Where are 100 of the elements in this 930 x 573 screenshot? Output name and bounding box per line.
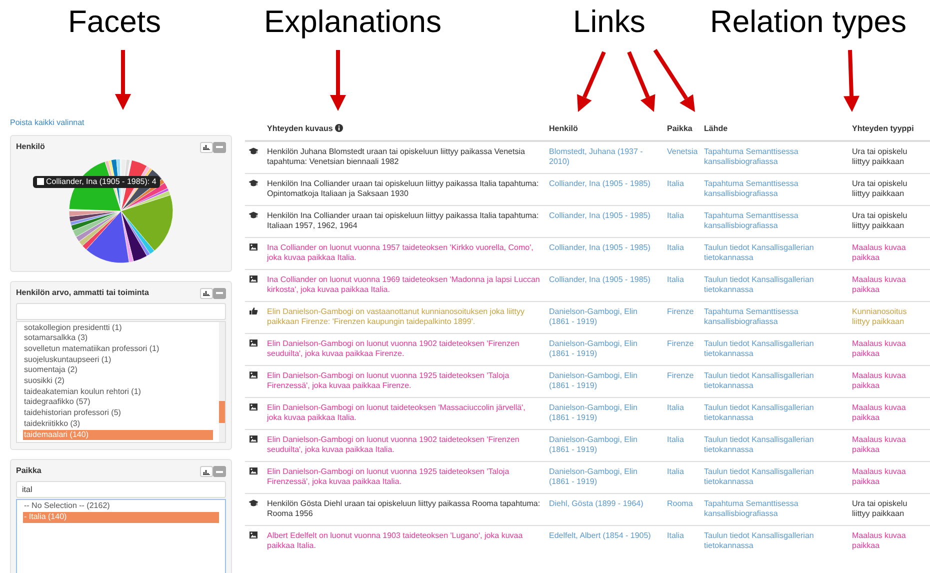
place-link[interactable]: Italia — [667, 434, 696, 445]
description-cell: Ina Colliander on luonut vuonna 1969 taideteoksen 'Madonna ja lapsi Luccan kirkosta', joka kuvaa paikkaa Italia. — [263, 269, 545, 301]
image-icon — [249, 243, 258, 252]
chart-toggle-button[interactable] — [200, 288, 213, 298]
source-link[interactable]: Tapahtuma Semanttisessa kansallisbiografiassa — [704, 306, 844, 328]
relation-type-cell: Maalaus kuvaa paikkaa — [848, 237, 930, 269]
relation-type-cell: Ura tai opiskelu liittyy paikkaan — [848, 493, 930, 525]
place-link[interactable]: Rooma — [667, 498, 696, 509]
relation-type-cell: Maalaus kuvaa paikkaa — [848, 269, 930, 301]
relation-type-cell: Maalaus kuvaa paikkaa — [848, 461, 930, 493]
place-link[interactable]: Italia — [667, 210, 696, 221]
relation-type-cell: Maalaus kuvaa paikkaa — [848, 397, 930, 429]
facet-option[interactable]: taidegraafikko (57) — [23, 397, 213, 408]
person-link[interactable]: Colliander, Ina (1905 - 1985) — [549, 178, 659, 189]
chart-toggle-button[interactable] — [200, 466, 213, 478]
facet-option[interactable]: taidehistorian professori (5) — [23, 408, 213, 419]
description-cell: Henkilön Ina Colliander uraan tai opiskeluun liittyy paikassa Italia tapahtuma: Opintomatkoja Italiaan ja Saksaan 1930 — [263, 173, 545, 205]
search-field[interactable]: ital — [16, 481, 226, 498]
facet-option[interactable]: suojeluskuntaupseeri (1) — [23, 354, 213, 366]
place-link[interactable]: Italia — [667, 402, 696, 413]
facet-option[interactable]: taidemaalari (140) — [23, 430, 213, 440]
bar-chart-icon — [203, 290, 210, 296]
person-link[interactable]: Colliander, Ina (1905 - 1985) — [549, 274, 659, 285]
description-cell: Elin Danielson-Gambogi on luonut taideteoksen 'Massaciuccolin järvellä', joka kuvaa paikkaa Italia. — [263, 397, 545, 429]
source-link[interactable]: Taulun tiedot Kansallisgallerian tietokannassa — [704, 338, 844, 360]
facet-option[interactable]: sotakollegion presidentti (1) — [23, 322, 213, 334]
source-link[interactable]: Taulun tiedot Kansallisgallerian tietokannassa — [704, 530, 844, 552]
annotation-label: Facets — [68, 4, 162, 40]
relation-type-cell: Maalaus kuvaa paikkaa — [848, 429, 930, 461]
tooltip-text: Colliander, Ina (1905 - 1985): 4 — [46, 176, 156, 187]
column-header: Henkilö — [545, 118, 663, 140]
person-link[interactable]: Danielson-Gambogi, Elin (1861 - 1919) — [549, 370, 659, 392]
annotation-arrow — [577, 51, 606, 112]
annotation-label: Links — [573, 4, 646, 40]
annotation-arrow — [844, 50, 860, 112]
person-link[interactable]: Blomstedt, Juhana (1937 - 2010) — [549, 146, 659, 168]
source-link[interactable]: Taulun tiedot Kansallisgallerian tietokannassa — [704, 434, 844, 456]
search-field[interactable] — [16, 302, 226, 320]
description-cell: Ina Colliander on luonut vuonna 1957 taideteoksen 'Kirkko vuorella, Como', joka kuvaa paikkaa Italia. — [263, 237, 545, 269]
facet-option[interactable]: sovelletun matematiikan professori (1) — [23, 344, 213, 355]
thumbs-up-icon — [249, 307, 258, 316]
person-link[interactable]: Colliander, Ina (1905 - 1985) — [549, 242, 659, 253]
description-cell: Elin Danielson-Gambogi on luonut vuonna 1925 taideteoksen 'Taloja Firenzessä', joka kuvaa paikkaa Italia. — [263, 461, 545, 493]
relation-type-cell: Ura tai opiskelu liittyy paikkaan — [848, 173, 930, 205]
facet-option[interactable]: - Italia (140) — [23, 512, 219, 523]
source-link[interactable]: Taulun tiedot Kansallisgallerian tietokannassa — [704, 274, 844, 296]
minus-icon — [216, 292, 223, 294]
source-link[interactable]: Taulun tiedot Kansallisgallerian tietokannassa — [704, 466, 844, 488]
person-link[interactable]: Danielson-Gambogi, Elin (1861 - 1919) — [549, 306, 659, 328]
facet-option[interactable]: suosikki (2) — [23, 376, 213, 387]
place-link[interactable]: Italia — [667, 274, 696, 285]
person-link[interactable]: Danielson-Gambogi, Elin (1861 - 1919) — [549, 466, 659, 488]
person-link[interactable]: Edelfelt, Albert (1854 - 1905) — [549, 530, 659, 541]
facet-option[interactable]: -- No Selection -- (2162) — [23, 501, 219, 512]
place-link[interactable]: Italia — [667, 466, 696, 477]
clear-selections-link[interactable]: Poista kaikki valinnat — [10, 118, 84, 128]
source-link[interactable]: Tapahtuma Semanttisessa kansallisbiografiassa — [704, 178, 844, 200]
person-link[interactable]: Danielson-Gambogi, Elin (1861 - 1919) — [549, 434, 659, 456]
minus-icon — [216, 470, 223, 473]
facet-option[interactable]: taidekriitikko (3) — [23, 418, 213, 430]
facet-option[interactable]: suomentaja (2) — [23, 365, 213, 376]
source-link[interactable]: Taulun tiedot Kansallisgallerian tietokannassa — [704, 370, 844, 392]
minus-icon — [216, 146, 223, 148]
source-link[interactable]: Tapahtuma Semanttisessa kansallisbiografiassa — [704, 210, 844, 232]
person-link[interactable]: Colliander, Ina (1905 - 1985) — [549, 210, 659, 221]
facet-option[interactable]: taideakatemian koulun rehtori (1) — [23, 386, 213, 398]
description-cell: Elin Danielson-Gambogi on vastaanottanut kunnianosoituksen joka liittyy paikkaan Firenze: 'Firenzen kaupungin taidepalkinto 1899'. — [263, 301, 545, 333]
facet-title: Henkilön arvo, ammatti tai toiminta — [16, 288, 149, 298]
image-icon — [249, 371, 258, 380]
description-cell: Elin Danielson-Gambogi on luonut vuonna 1925 taideteoksen 'Taloja Firenzessä', joka kuvaa paikkaa Firenze. — [263, 365, 545, 397]
place-link[interactable]: Firenze — [667, 306, 696, 317]
person-link[interactable]: Diehl, Gösta (1899 - 1964) — [549, 498, 659, 509]
place-link[interactable]: Italia — [667, 242, 696, 253]
source-link[interactable]: Taulun tiedot Kansallisgallerian tietokannassa — [704, 242, 844, 264]
source-link[interactable]: Tapahtuma Semanttisessa kansallisbiografiassa — [704, 146, 844, 168]
source-link[interactable]: Taulun tiedot Kansallisgallerian tietokannassa — [704, 402, 844, 424]
relation-type-cell: Ura tai opiskelu liittyy paikkaan — [848, 205, 930, 237]
place-link[interactable]: Firenze — [667, 338, 696, 349]
description-cell: Henkilön Gösta Diehl uraan tai opiskeluun liittyy paikassa Rooma tapahtuma: Rooma 1956 — [263, 493, 545, 525]
source-link[interactable]: Tapahtuma Semanttisessa kansallisbiografiassa — [704, 498, 844, 520]
person-link[interactable]: Danielson-Gambogi, Elin (1861 - 1919) — [549, 402, 659, 424]
place-link[interactable]: Venetsia — [667, 146, 696, 157]
facet-option[interactable]: sotamarsalkka (3) — [23, 333, 213, 344]
annotation-arrow — [115, 50, 131, 110]
description-cell: Henkilön Ina Colliander uraan tai opiskeluun liittyy paikassa Italia tapahtuma: Italiaan 1957, 1962, 1964 — [263, 205, 545, 237]
place-link[interactable]: Italia — [667, 530, 696, 541]
bar-chart-icon — [203, 144, 210, 150]
chart-toggle-button[interactable] — [200, 142, 213, 152]
relation-type-cell: Ura tai opiskelu liittyy paikkaan — [848, 140, 930, 173]
graduation-cap-icon — [249, 499, 258, 508]
graduation-cap-icon — [249, 179, 258, 188]
place-link[interactable]: Italia — [667, 178, 696, 189]
image-icon — [249, 339, 258, 348]
person-link[interactable]: Danielson-Gambogi, Elin (1861 - 1919) — [549, 338, 659, 360]
place-link[interactable]: Firenze — [667, 370, 696, 381]
scrollbar[interactable] — [219, 322, 225, 442]
facet-title: Henkilö — [16, 142, 45, 152]
description-cell: Elin Danielson-Gambogi on luonut vuonna 1902 taideteoksen 'Firenzen seuduilta', joka kuvaa paikkaa Italia. — [263, 429, 545, 461]
annotation-label: Explanations — [264, 4, 442, 40]
column-header: Lähde — [700, 118, 848, 140]
